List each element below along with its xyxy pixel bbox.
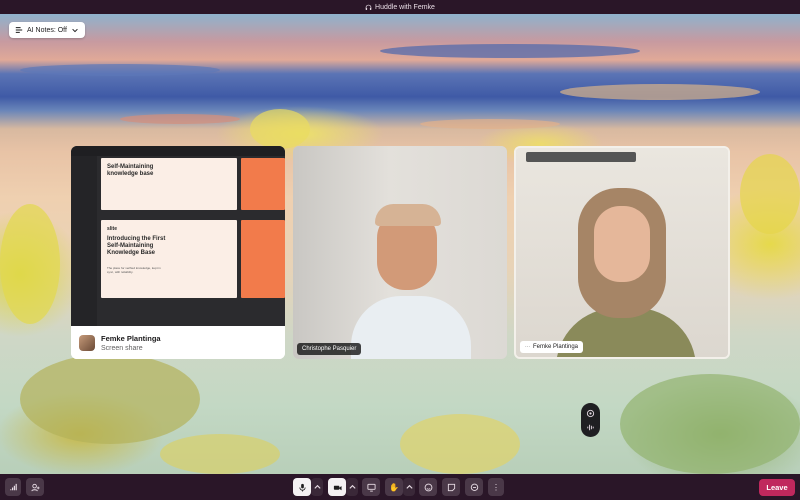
presenter-name: Femke Plantinga bbox=[101, 333, 161, 343]
share-screen-button[interactable] bbox=[362, 478, 380, 496]
shared-app-toolbar bbox=[71, 146, 285, 156]
reactions-options-button[interactable] bbox=[403, 478, 415, 496]
hand-icon bbox=[586, 409, 595, 417]
avatar bbox=[79, 334, 95, 351]
more-vertical-icon: ⋮ bbox=[492, 482, 500, 492]
connection-quality-button[interactable] bbox=[5, 478, 21, 496]
ai-notes-label: AI Notes: Off bbox=[27, 26, 67, 34]
slide-brand: slite bbox=[107, 226, 118, 232]
chevron-up-icon bbox=[348, 484, 356, 489]
participant-face bbox=[594, 206, 650, 282]
participant-name: Christophe Pasquier bbox=[302, 346, 357, 352]
participant-cap bbox=[375, 204, 441, 226]
smiley-icon bbox=[424, 483, 432, 491]
slide-thumbnail bbox=[241, 158, 285, 210]
slide-title: Introducing the First Self-Maintaining K… bbox=[107, 236, 166, 256]
speaking-dots-icon: ··· bbox=[525, 344, 530, 350]
slide-thumbnail bbox=[241, 220, 285, 298]
microphone-icon bbox=[298, 483, 306, 492]
slide-title: Self-Maintaining knowledge base bbox=[107, 164, 154, 177]
participant-video-tile[interactable]: ··· Femke Plantinga bbox=[514, 146, 730, 359]
title-bar: Huddle with Femke bbox=[0, 0, 800, 14]
participant-name: Femke Plantinga bbox=[533, 344, 579, 350]
leave-button[interactable]: Leave bbox=[759, 479, 795, 496]
camera-button[interactable] bbox=[328, 478, 346, 496]
microphone-button[interactable] bbox=[293, 478, 311, 496]
sticky-note-icon bbox=[447, 483, 455, 491]
add-person-icon bbox=[30, 483, 40, 491]
chat-button[interactable] bbox=[465, 478, 483, 496]
chat-bubble-icon bbox=[470, 483, 478, 491]
window-title: Huddle with Femke bbox=[375, 3, 435, 11]
ai-notes-toggle[interactable]: AI Notes: Off bbox=[9, 22, 85, 38]
screen-share-footer: Femke Plantinga Screen share bbox=[71, 326, 285, 359]
shared-app-sidebar bbox=[71, 156, 97, 326]
participant-video-tile[interactable]: Christophe Pasquier bbox=[293, 146, 507, 359]
huddle-mini-widget[interactable] bbox=[581, 403, 600, 437]
monitor-icon bbox=[366, 483, 376, 492]
participant-name-tag: Christophe Pasquier bbox=[297, 343, 362, 355]
slide-thumbnail: slite Introducing the First Self-Maintai… bbox=[101, 220, 237, 298]
raise-hand-button[interactable]: ✋ bbox=[385, 478, 403, 496]
participant-name-tag: ··· Femke Plantinga bbox=[520, 341, 584, 353]
chevron-up-icon bbox=[313, 484, 321, 489]
signal-bars-icon bbox=[9, 483, 17, 490]
chevron-up-icon bbox=[405, 484, 413, 489]
emoji-button[interactable] bbox=[419, 478, 437, 496]
presenter-status: Screen share bbox=[101, 344, 143, 352]
slide-subtitle: The place for verified knowledge, kept i… bbox=[107, 266, 161, 274]
shared-screen: Self-Maintaining knowledge base slite In… bbox=[71, 146, 285, 326]
chevron-down-icon bbox=[72, 28, 78, 33]
slide-thumbnail: Self-Maintaining knowledge base bbox=[101, 158, 237, 210]
audio-level-icon bbox=[587, 424, 594, 430]
sticky-notes-button[interactable] bbox=[442, 478, 460, 496]
microphone-options-button[interactable] bbox=[311, 478, 323, 496]
camera-options-button[interactable] bbox=[346, 478, 358, 496]
notes-icon bbox=[15, 27, 23, 33]
add-people-button[interactable] bbox=[26, 478, 44, 496]
screen-share-tile[interactable]: Self-Maintaining knowledge base slite In… bbox=[71, 146, 285, 359]
headphones-icon bbox=[365, 4, 372, 10]
video-camera-icon bbox=[333, 485, 342, 490]
huddle-toolbar: ✋ ⋮ Leave bbox=[0, 474, 800, 500]
raised-hand-icon: ✋ bbox=[389, 482, 399, 492]
ceiling-lamp bbox=[526, 152, 636, 162]
more-options-button[interactable]: ⋮ bbox=[488, 478, 504, 496]
